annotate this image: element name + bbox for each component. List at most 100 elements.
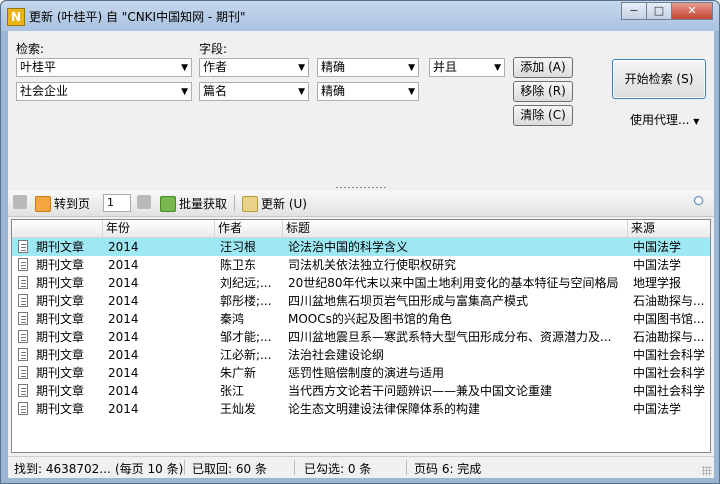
status-retrieved: 已取回: 60 条: [192, 462, 267, 476]
update-button[interactable]: 更新 (U): [242, 195, 307, 212]
cell-type: 期刊文章: [36, 276, 85, 290]
cell-author: 汪习根: [220, 240, 257, 254]
status-divider: [184, 460, 185, 475]
table-row[interactable]: 期刊文章 2014 刘纪远;... 20世纪80年代末以来中国土地利用变化的基本特征与…: [12, 274, 710, 292]
cell-title: 论法治中国的科学含义: [288, 240, 409, 254]
document-icon: [18, 402, 28, 415]
cell-title: 法治社会建设论纲: [288, 348, 385, 362]
goto-page-icon: [35, 195, 51, 212]
column-header-title[interactable]: 标题: [283, 220, 628, 237]
document-icon: [18, 276, 28, 289]
table-row[interactable]: 期刊文章 2014 王灿发 论生态文明建设法律保障体系的构建 中国法学: [12, 400, 710, 418]
batch-fetch-button[interactable]: 批量获取: [160, 195, 227, 212]
table-row[interactable]: 期刊文章 2014 郭彤楼;... 四川盆地焦石坝页岩气田形成与富集高产模式 石油勘探与…: [12, 292, 710, 310]
keyword-combo-1[interactable]: 叶桂平 ▼: [16, 58, 192, 77]
results-toolbar: 转到页 1 批量获取 更新 (U): [8, 191, 714, 217]
status-divider: [294, 460, 295, 475]
cell-author: 郭彤楼;...: [220, 294, 272, 308]
cell-title: 四川盆地焦石坝页岩气田形成与富集高产模式: [288, 294, 529, 308]
proxy-label: 使用代理...: [630, 113, 690, 127]
status-found: 找到: 4638702...: [14, 462, 111, 476]
chevron-down-icon: ▼: [298, 87, 305, 97]
document-icon: [18, 366, 28, 379]
cell-source: 石油勘探与...: [633, 294, 705, 308]
document-icon: [18, 312, 28, 325]
document-icon: [18, 330, 28, 343]
cell-type: 期刊文章: [36, 312, 85, 326]
cell-type: 期刊文章: [36, 294, 85, 308]
cell-type: 期刊文章: [36, 240, 85, 254]
clear-button[interactable]: 清除 (C): [513, 105, 573, 126]
status-bar: 找到: 4638702... (每页 10 条) 已取回: 60 条 已勾选: …: [8, 456, 714, 478]
cell-source: 中国图书馆...: [633, 312, 705, 326]
batch-fetch-label: 批量获取: [179, 197, 228, 211]
chevron-down-icon: ▼: [298, 63, 305, 73]
table-header: 年份 作者 标题 来源: [12, 220, 710, 238]
remove-button[interactable]: 移除 (R): [513, 81, 573, 102]
match-combo-2[interactable]: 精确 ▼: [317, 82, 419, 101]
first-page-icon[interactable]: [13, 195, 30, 209]
chevron-down-icon: ▼: [494, 63, 501, 73]
title-bar[interactable]: N 更新 (叶桂平) 自 "CNKI中国知网 - 期刊" − □ ✕: [1, 1, 719, 31]
cell-title: 惩罚性赔偿制度的演进与适用: [288, 366, 445, 380]
field-combo-2[interactable]: 篇名 ▼: [199, 82, 309, 101]
cell-title: 论生态文明建设法律保障体系的构建: [288, 402, 481, 416]
app-window: N 更新 (叶桂平) 自 "CNKI中国知网 - 期刊" − □ ✕ 检索: 字…: [0, 0, 720, 484]
cell-author: 王灿发: [220, 402, 257, 416]
add-button[interactable]: 添加 (A): [513, 57, 573, 78]
column-header-type[interactable]: [12, 220, 103, 237]
close-button[interactable]: ✕: [671, 2, 713, 20]
column-header-year[interactable]: 年份: [103, 220, 215, 237]
column-header-author[interactable]: 作者: [215, 220, 283, 237]
table-row[interactable]: 期刊文章 2014 汪习根 论法治中国的科学含义 中国法学: [12, 238, 710, 256]
table-row[interactable]: 期刊文章 2014 邹才能;... 四川盆地震旦系—寒武系特大型气田形成分布、资源潜力…: [12, 328, 710, 346]
start-search-button[interactable]: 开始检索 (S): [612, 59, 706, 99]
cell-year: 2014: [108, 348, 139, 362]
cell-type: 期刊文章: [36, 402, 85, 416]
chevron-down-icon: ▼: [408, 87, 415, 97]
keyword-value-2: 社会企业: [20, 84, 69, 98]
resize-grip[interactable]: [702, 466, 712, 476]
table-row[interactable]: 期刊文章 2014 秦鸿 MOOCs的兴起及图书馆的角色 中国图书馆...: [12, 310, 710, 328]
page-number-input[interactable]: 1: [103, 194, 131, 212]
field-value-2: 篇名: [203, 84, 228, 98]
field-combo-1[interactable]: 作者 ▼: [199, 58, 309, 77]
field-value-1: 作者: [203, 60, 228, 74]
column-header-source[interactable]: 来源: [628, 220, 710, 237]
cell-title: 20世纪80年代末以来中国土地利用变化的基本特征与空间格局: [288, 276, 619, 290]
cell-year: 2014: [108, 384, 139, 398]
cell-source: 中国社会科学: [633, 348, 706, 362]
cell-source: 石油勘探与...: [633, 330, 705, 344]
cell-year: 2014: [108, 312, 139, 326]
chevron-down-icon: ▼: [408, 63, 415, 73]
status-divider: [406, 460, 407, 475]
match-combo-1[interactable]: 精确 ▼: [317, 58, 419, 77]
cell-source: 中国法学: [633, 240, 682, 254]
cell-author: 陈卫东: [220, 258, 257, 272]
next-page-icon[interactable]: [137, 195, 154, 209]
cell-year: 2014: [108, 402, 139, 416]
search-clear-icon[interactable]: [693, 195, 710, 209]
cell-author: 江必新;...: [220, 348, 272, 362]
proxy-menu[interactable]: 使用代理... ▼: [630, 111, 699, 128]
keyword-combo-2[interactable]: 社会企业 ▼: [16, 82, 192, 101]
logic-combo[interactable]: 并且 ▼: [429, 58, 505, 77]
batch-fetch-icon: [160, 195, 176, 212]
minimize-button[interactable]: −: [621, 2, 647, 20]
cell-title: MOOCs的兴起及图书馆的角色: [288, 312, 452, 326]
chevron-down-icon: ▼: [181, 63, 188, 73]
cell-title: 司法机关依法独立行使职权研究: [288, 258, 457, 272]
update-icon: [242, 195, 258, 212]
cell-title: 当代西方文论若干问题辨识——兼及中国文论重建: [288, 384, 553, 398]
table-row[interactable]: 期刊文章 2014 陈卫东 司法机关依法独立行使职权研究 中国法学: [12, 256, 710, 274]
cell-year: 2014: [108, 258, 139, 272]
cell-source: 中国法学: [633, 402, 682, 416]
cell-source: 中国社会科学: [633, 384, 706, 398]
table-row[interactable]: 期刊文章 2014 朱广新 惩罚性赔偿制度的演进与适用 中国社会科学: [12, 364, 710, 382]
table-row[interactable]: 期刊文章 2014 张江 当代西方文论若干问题辨识——兼及中国文论重建 中国社会科学: [12, 382, 710, 400]
goto-page-button[interactable]: 转到页: [35, 195, 90, 212]
maximize-button[interactable]: □: [646, 2, 672, 20]
document-icon: [18, 258, 28, 271]
table-row[interactable]: 期刊文章 2014 江必新;... 法治社会建设论纲 中国社会科学: [12, 346, 710, 364]
cell-type: 期刊文章: [36, 366, 85, 380]
